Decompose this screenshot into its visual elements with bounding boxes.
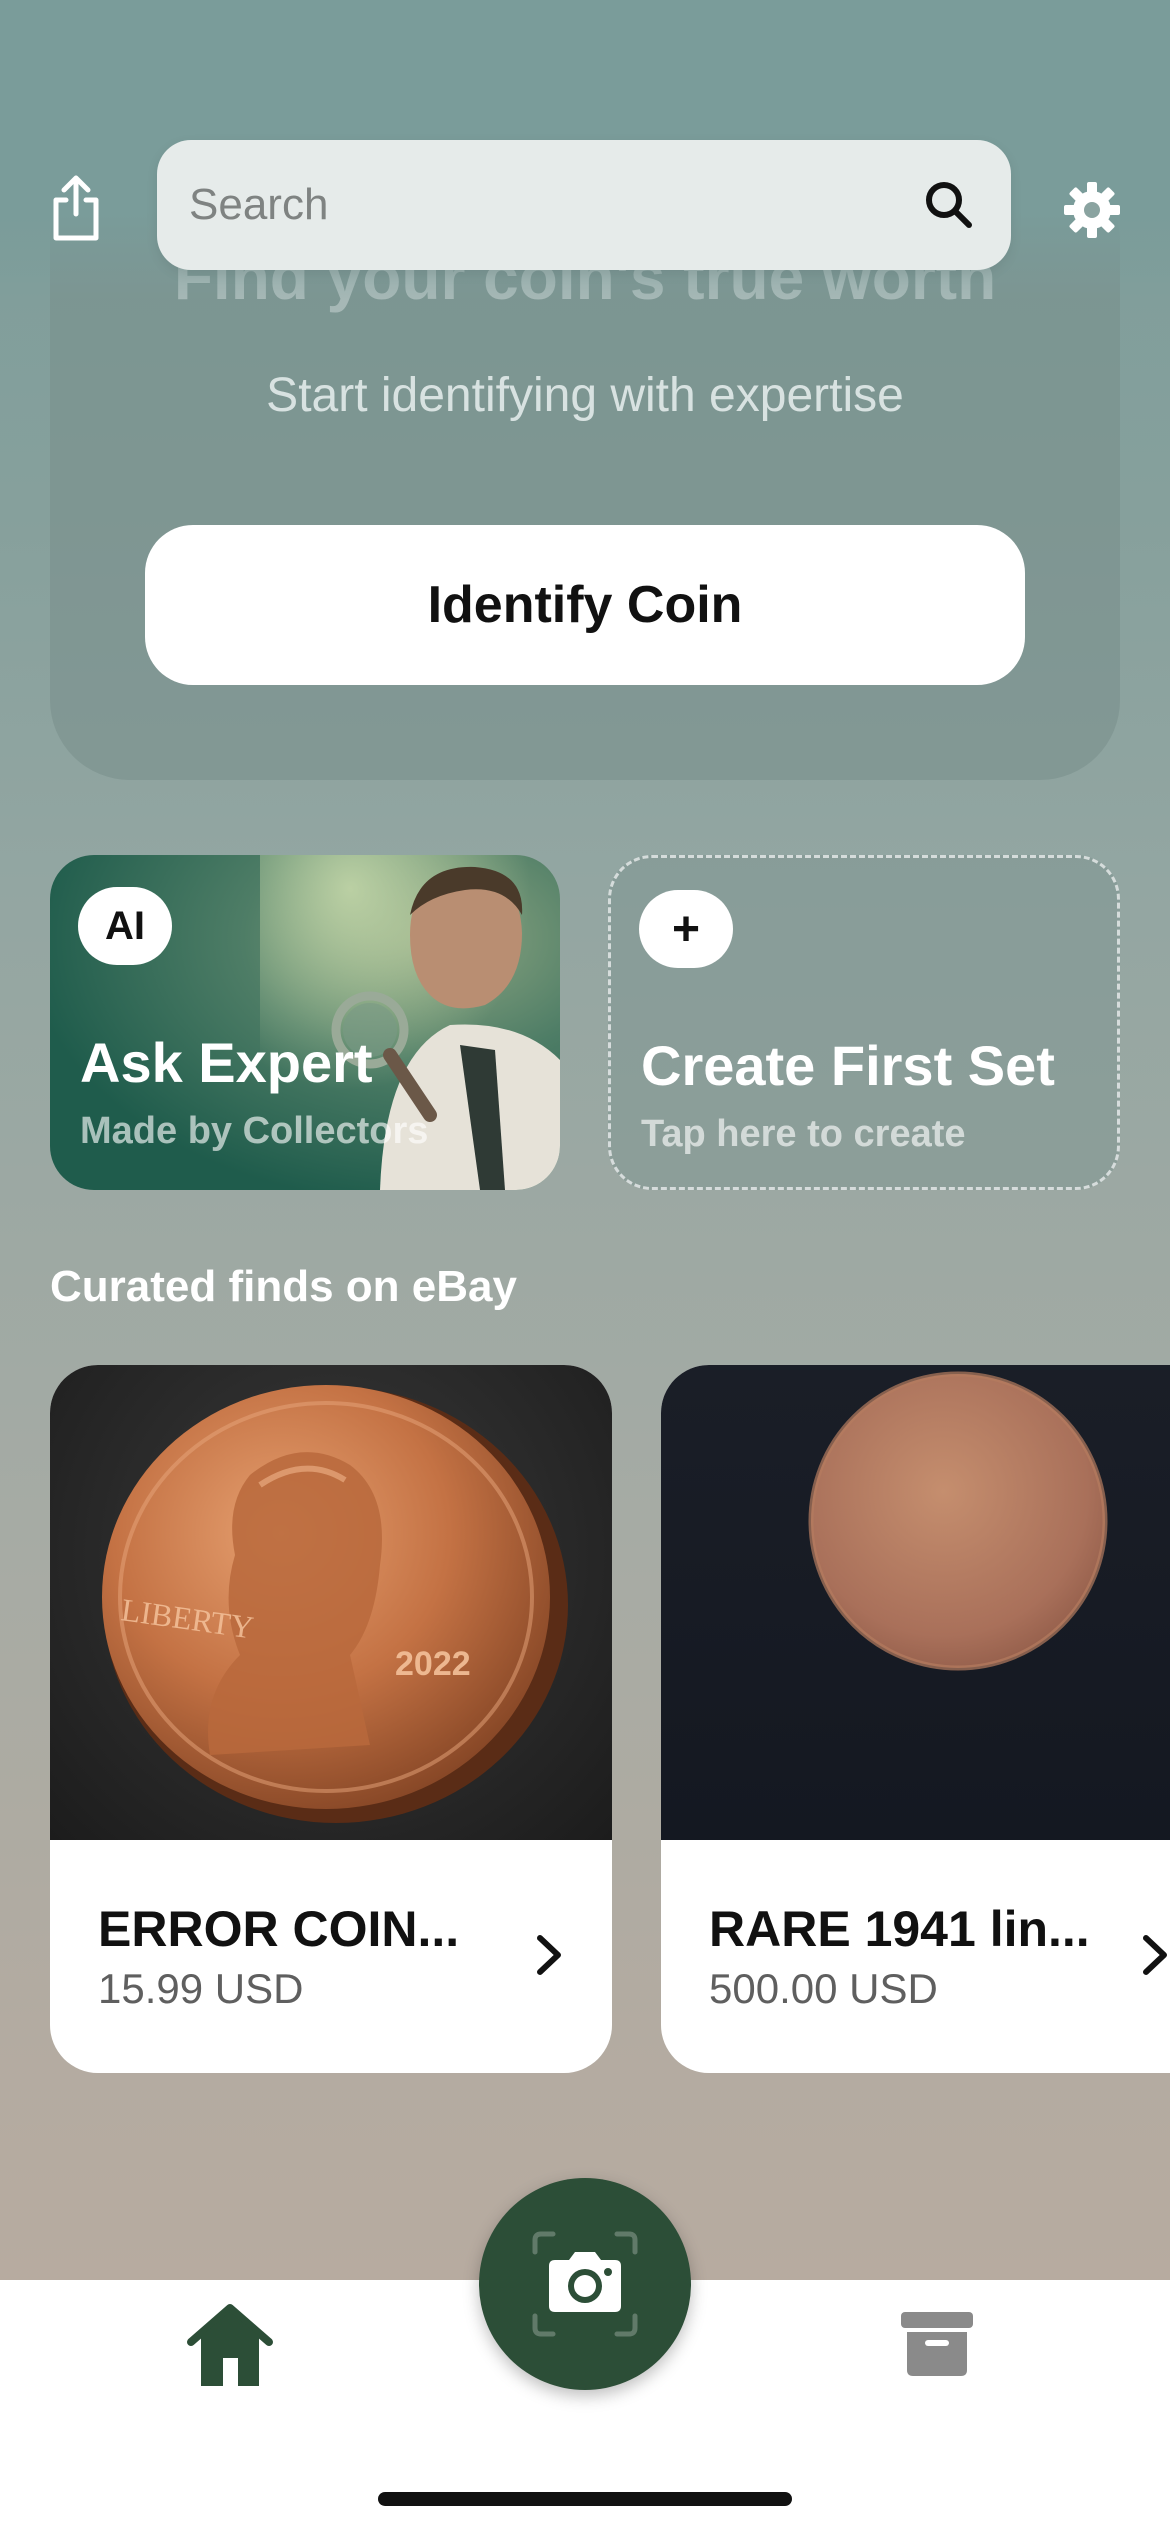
search-input[interactable]: Search [189, 180, 921, 230]
create-set-title: Create First Set [641, 1034, 1055, 1097]
tab-home[interactable] [185, 2300, 275, 2390]
share-icon [53, 175, 99, 241]
ask-expert-title: Ask Expert [80, 1031, 373, 1094]
search-bar[interactable]: Search [157, 140, 1011, 270]
create-set-card[interactable]: + Create First Set Tap here to create [608, 855, 1120, 1190]
listing-title: ERROR COIN... [98, 1901, 460, 1957]
listing-title: RARE 1941 lin... [709, 1901, 1090, 1957]
home-icon [187, 2304, 273, 2386]
coin-year: 2022 [395, 1645, 471, 1683]
identify-coin-button[interactable]: Identify Coin [145, 525, 1025, 685]
gear-icon [1064, 182, 1120, 238]
ask-expert-subtitle: Made by Collectors [80, 1110, 429, 1152]
tab-collection[interactable] [897, 2300, 977, 2380]
curated-section-title: Curated finds on eBay [50, 1262, 517, 1311]
archive-icon [901, 2312, 973, 2376]
search-icon[interactable] [921, 177, 977, 233]
camera-scan-button[interactable] [479, 2178, 691, 2390]
listing-price: 15.99 USD [98, 1965, 304, 2012]
listing-photo: LIBERTY 2022 [50, 1365, 612, 1840]
create-set-subtitle: Tap here to create [641, 1113, 966, 1155]
hero-subtitle: Start identifying with expertise [266, 369, 904, 422]
listing-photo [661, 1365, 1170, 1840]
share-button[interactable] [46, 172, 106, 244]
listing-card[interactable]: RARE 1941 lin... 500.00 USD [661, 1365, 1170, 2073]
listing-price: 500.00 USD [709, 1965, 938, 2012]
ai-badge: AI [78, 887, 172, 965]
ask-expert-card[interactable]: AI Ask Expert Made by Collectors [50, 855, 560, 1190]
home-indicator [378, 2492, 792, 2506]
settings-button[interactable] [1062, 180, 1122, 240]
chevron-right-icon [1143, 1935, 1167, 1975]
chevron-right-icon [537, 1935, 561, 1975]
camera-icon [532, 2231, 638, 2337]
listing-card[interactable]: LIBERTY 2022 ERROR COIN... 15.99 USD [50, 1365, 612, 2073]
plus-badge: + [639, 890, 733, 968]
